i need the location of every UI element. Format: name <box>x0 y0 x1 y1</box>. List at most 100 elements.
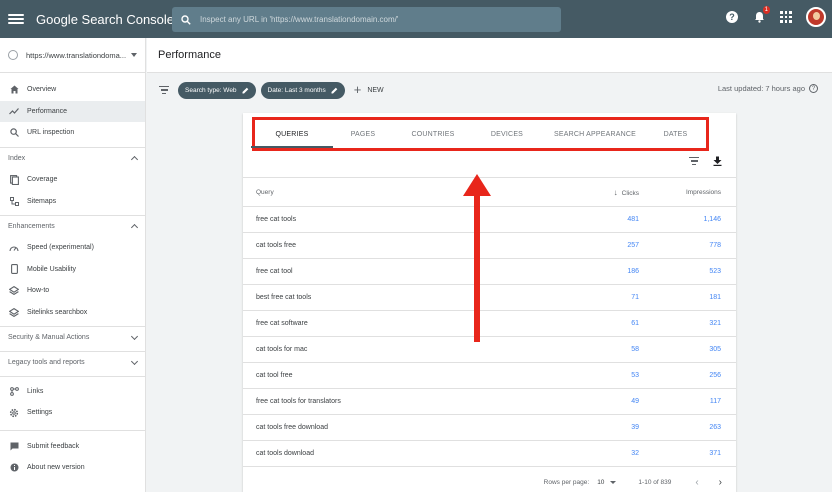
plus-icon: + <box>353 82 362 97</box>
tab-dates[interactable]: DATES <box>645 120 706 148</box>
sidebar-item-submit-feedback[interactable]: Submit feedback <box>0 436 145 458</box>
property-label: https://www.translationdoma... <box>26 50 127 60</box>
sidebar-item-sitelinks-searchbox[interactable]: Sitelinks searchbox <box>0 302 145 324</box>
trend-icon <box>9 106 19 116</box>
help-circle-icon[interactable]: ? <box>809 84 818 93</box>
filter-icon[interactable] <box>159 86 169 94</box>
feedback-icon <box>9 441 19 451</box>
cell-query: free cat tool <box>256 268 293 275</box>
search-icon <box>9 128 19 138</box>
page-range: 1-10 of 839 <box>638 479 672 486</box>
account-avatar[interactable] <box>806 7 826 27</box>
links-icon <box>9 386 19 396</box>
rows-per-page-label: Rows per page: <box>543 479 590 486</box>
cell-impressions: 256 <box>709 372 721 379</box>
sort-down-icon: ↓ <box>613 187 618 197</box>
notifications-icon[interactable]: 1 <box>752 6 770 24</box>
sidebar-item-settings[interactable]: Settings <box>0 402 145 424</box>
clicks-label: Clicks <box>621 189 639 197</box>
column-header-clicks[interactable]: ↓ Clicks <box>543 188 639 197</box>
sidebar-item-overview[interactable]: Overview <box>0 79 145 101</box>
sidebar-item-about-new-version[interactable]: About new version <box>0 457 145 479</box>
edit-icon <box>242 87 248 93</box>
last-updated: Last updated: 7 hours ago ? <box>718 84 818 93</box>
pagination: Rows per page: 10 1-10 of 839 ‹ › <box>243 473 736 492</box>
url-inspect-search[interactable] <box>172 7 561 32</box>
page-title: Performance <box>158 49 221 61</box>
cell-query: free cat tools for translators <box>256 398 341 405</box>
chevron-down-icon <box>131 53 137 57</box>
cell-clicks: 71 <box>631 294 639 301</box>
layers-icon <box>9 308 19 318</box>
tab-countries[interactable]: COUNTRIES <box>397 120 469 148</box>
new-filter-button[interactable]: + NEW <box>353 82 384 97</box>
chip-date[interactable]: Date: Last 3 months <box>260 81 345 99</box>
chip-search-type[interactable]: Search type: Web <box>178 81 256 99</box>
tab-pages[interactable]: PAGES <box>329 120 397 148</box>
chevron-up-icon <box>130 156 139 164</box>
prev-page-icon[interactable]: ‹ <box>695 477 698 488</box>
cell-clicks: 257 <box>627 242 639 249</box>
cell-query: best free cat tools <box>256 294 312 301</box>
sitemap-icon <box>9 196 19 206</box>
sidebar-item-label: Performance <box>27 107 68 115</box>
cell-clicks: 58 <box>631 346 639 353</box>
table-row[interactable]: cat tools download 32 371 <box>243 441 736 467</box>
chevron-up-icon <box>130 224 139 232</box>
cell-impressions: 181 <box>709 294 721 301</box>
column-header-impressions[interactable]: Impressions <box>639 189 721 196</box>
sidebar-item-how-to[interactable]: How-to <box>0 280 145 302</box>
sidebar-item-speed[interactable]: Speed (experimental) <box>0 237 145 259</box>
sidebar-section-legacy[interactable]: Legacy tools and reports <box>0 351 145 373</box>
app-title[interactable]: Google Search Console <box>36 12 174 27</box>
help-icon[interactable]: ? <box>726 11 738 23</box>
sidebar-item-label: Overview <box>27 86 57 94</box>
table-row[interactable]: cat tools free download 39 263 <box>243 415 736 441</box>
table-row[interactable]: free cat tools for translators 49 117 <box>243 389 736 415</box>
sidebar-item-links[interactable]: Links <box>0 380 145 402</box>
sidebar-section-security[interactable]: Security & Manual Actions <box>0 326 145 348</box>
tab-queries[interactable]: QUERIES <box>251 120 333 148</box>
chevron-down-icon <box>130 332 139 340</box>
sidebar-item-url-inspection[interactable]: URL inspection <box>0 122 145 144</box>
next-page-icon[interactable]: › <box>719 477 722 488</box>
search-input[interactable] <box>200 15 540 24</box>
table-row[interactable]: cat tool free 53 256 <box>243 363 736 389</box>
cell-impressions: 263 <box>709 424 721 431</box>
mobile-icon <box>9 264 19 275</box>
download-icon[interactable] <box>713 156 722 166</box>
sidebar-section-index[interactable]: Index <box>0 146 145 169</box>
sidebar-section-enhancements[interactable]: Enhancements <box>0 214 145 237</box>
coverage-icon <box>9 174 19 185</box>
cell-query: cat tools download <box>256 450 314 457</box>
cell-clicks: 481 <box>627 216 639 223</box>
sidebar-item-label: Links <box>27 387 44 395</box>
sidebar-item-coverage[interactable]: Coverage <box>0 169 145 191</box>
cell-query: cat tools for mac <box>256 346 308 353</box>
sidebar-item-label: URL inspection <box>27 129 75 137</box>
apps-grid-icon[interactable] <box>780 11 792 23</box>
property-selector[interactable]: https://www.translationdoma... <box>0 38 145 73</box>
sidebar-item-label: Submit feedback <box>27 442 80 450</box>
column-header-query[interactable]: Query <box>243 189 543 196</box>
menu-icon[interactable] <box>8 14 24 24</box>
sidebar-item-performance[interactable]: Performance <box>0 100 145 123</box>
sidebar-item-sitemaps[interactable]: Sitemaps <box>0 190 145 212</box>
sidebar-item-mobile-usability[interactable]: Mobile Usability <box>0 259 145 281</box>
tab-devices[interactable]: DEVICES <box>469 120 545 148</box>
speed-icon <box>9 243 19 253</box>
annotation-arrow <box>463 174 491 342</box>
sidebar-item-label: Coverage <box>27 176 58 184</box>
sidebar-item-label: Settings <box>27 409 53 417</box>
cell-query: cat tool free <box>256 372 293 379</box>
section-label: Index <box>8 154 26 162</box>
tab-search-appearance[interactable]: SEARCH APPEARANCE <box>545 120 645 148</box>
cell-clicks: 186 <box>627 268 639 275</box>
rows-per-page-select[interactable]: 10 <box>597 479 617 486</box>
cell-impressions: 305 <box>709 346 721 353</box>
sidebar-item-label: Sitemaps <box>27 197 57 205</box>
cell-clicks: 53 <box>631 372 639 379</box>
sidebar-item-label: How-to <box>27 287 50 295</box>
table-filter-icon[interactable] <box>689 157 699 165</box>
sidebar-item-label: About new version <box>27 464 85 472</box>
